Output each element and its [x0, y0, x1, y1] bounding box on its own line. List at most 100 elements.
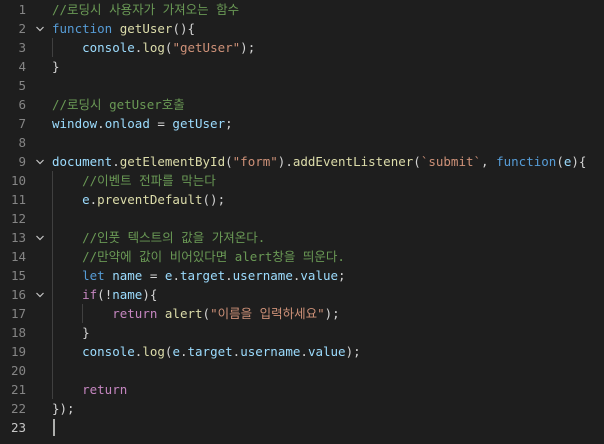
code-line[interactable]: 1 //로딩시 사용자가 가져오는 함수 [0, 0, 604, 19]
fold-chevron-down-icon[interactable] [34, 19, 46, 38]
code-token: addEventListener [292, 154, 414, 169]
code-token: preventDefault [97, 192, 203, 207]
code-line[interactable]: 14 //만약에 값이 비어있다면 alert창을 띄운다. [0, 247, 604, 266]
code-token: getElementById [119, 154, 226, 169]
code-line[interactable]: 8 [0, 133, 604, 152]
code-token: //이벤트 전파를 막는다 [82, 173, 216, 188]
code-token: . [112, 154, 120, 169]
code-text: //이벤트 전파를 막는다 [52, 171, 216, 190]
code-token: (! [97, 287, 113, 302]
code-token: "이름을 입력하세요" [210, 306, 325, 321]
code-line[interactable]: 23 [0, 418, 604, 437]
code-line[interactable]: 11 e.preventDefault(); [0, 190, 604, 209]
line-number: 9 [18, 154, 26, 169]
line-number: 3 [18, 40, 26, 55]
code-token: e [82, 192, 90, 207]
code-token: //로딩시 getUser호출 [52, 97, 185, 112]
code-token: . [97, 116, 105, 131]
line-number: 11 [10, 192, 26, 207]
code-token: getUser [119, 21, 173, 36]
code-line[interactable]: 5 [0, 76, 604, 95]
code-token: //만약에 값이 비어있다면 alert창을 띄운다. [82, 249, 345, 264]
fold-chevron-down-icon[interactable] [34, 228, 46, 247]
code-line[interactable]: 12 [0, 209, 604, 228]
code-text: }); [52, 399, 75, 418]
code-token: e [172, 344, 180, 359]
code-token: console [82, 344, 135, 359]
code-token: name [112, 268, 143, 283]
code-token: (); [202, 192, 226, 207]
code-text: function getUser(){ [52, 19, 195, 38]
line-number: 20 [10, 363, 26, 378]
code-text: } [52, 323, 90, 342]
code-token: function [52, 21, 113, 36]
code-token: ( [413, 154, 421, 169]
code-editor[interactable]: 1//로딩시 사용자가 가져오는 함수 2 function getUser(){3… [0, 0, 604, 444]
code-line[interactable]: 10 //이벤트 전파를 막는다 [0, 171, 604, 190]
code-line[interactable]: 22}); [0, 399, 604, 418]
code-line[interactable]: 4} [0, 57, 604, 76]
code-line[interactable]: 6 //로딩시 getUser호출 [0, 95, 604, 114]
code-token: . [225, 268, 233, 283]
code-line[interactable]: 17 return alert("이름을 입력하세요"); [0, 304, 604, 323]
code-text: } [52, 57, 60, 76]
code-line[interactable]: 15 let name = e.target.username.value; [0, 266, 604, 285]
code-line[interactable]: 18 } [0, 323, 604, 342]
code-text: //인풋 텍스트의 값을 가져온다. [52, 228, 265, 247]
code-token: } [52, 59, 60, 74]
code-line[interactable]: 9 document.getElementById("form").addEven… [0, 152, 604, 171]
code-token: //로딩시 사용자가 가져오는 함수 [52, 2, 240, 17]
code-token: target [179, 268, 226, 283]
code-text: if(!name){ [52, 285, 157, 304]
line-number: 12 [10, 211, 26, 226]
code-token: getUser [172, 116, 226, 131]
code-token: ; [338, 268, 346, 283]
code-token: . [179, 344, 188, 359]
code-text: e.preventDefault(); [52, 190, 225, 209]
code-line[interactable]: 16 if(!name){ [0, 285, 604, 304]
code-text: //로딩시 getUser호출 [52, 95, 185, 114]
line-number: 7 [18, 116, 26, 131]
code-line[interactable]: 19 console.log(e.target.username.value); [0, 342, 604, 361]
code-token: if [82, 287, 98, 302]
code-token: ( [202, 306, 211, 321]
line-number: 10 [10, 173, 26, 188]
code-line[interactable]: 2 function getUser(){ [0, 19, 604, 38]
code-token: window [52, 116, 98, 131]
code-line[interactable]: 20 [0, 361, 604, 380]
code-line[interactable]: 13 //인풋 텍스트의 값을 가져온다. [0, 228, 604, 247]
code-token: target [187, 344, 233, 359]
code-text: let name = e.target.username.value; [52, 266, 346, 285]
line-number: 14 [10, 249, 26, 264]
code-token: ){ [142, 287, 158, 302]
line-number: 18 [10, 325, 26, 340]
code-token: = [142, 268, 165, 283]
code-token: //인풋 텍스트의 값을 가져온다. [82, 230, 266, 245]
text-cursor [53, 419, 55, 436]
code-line[interactable]: 7 window.onload = getUser; [0, 114, 604, 133]
indent-guide [52, 171, 53, 399]
line-number: 16 [10, 287, 26, 302]
indent-guide [82, 304, 83, 323]
code-token: function [496, 154, 557, 169]
indent-guide [52, 38, 53, 57]
code-text: console.log("getUser"); [52, 38, 255, 57]
fold-chevron-down-icon[interactable] [34, 285, 46, 304]
code-line[interactable]: 3 console.log("getUser"); [0, 38, 604, 57]
line-number: 21 [10, 382, 26, 397]
code-token: log [142, 344, 165, 359]
code-line[interactable]: 21 return [0, 380, 604, 399]
fold-chevron-down-icon[interactable] [34, 152, 46, 171]
code-token: return [82, 382, 128, 397]
